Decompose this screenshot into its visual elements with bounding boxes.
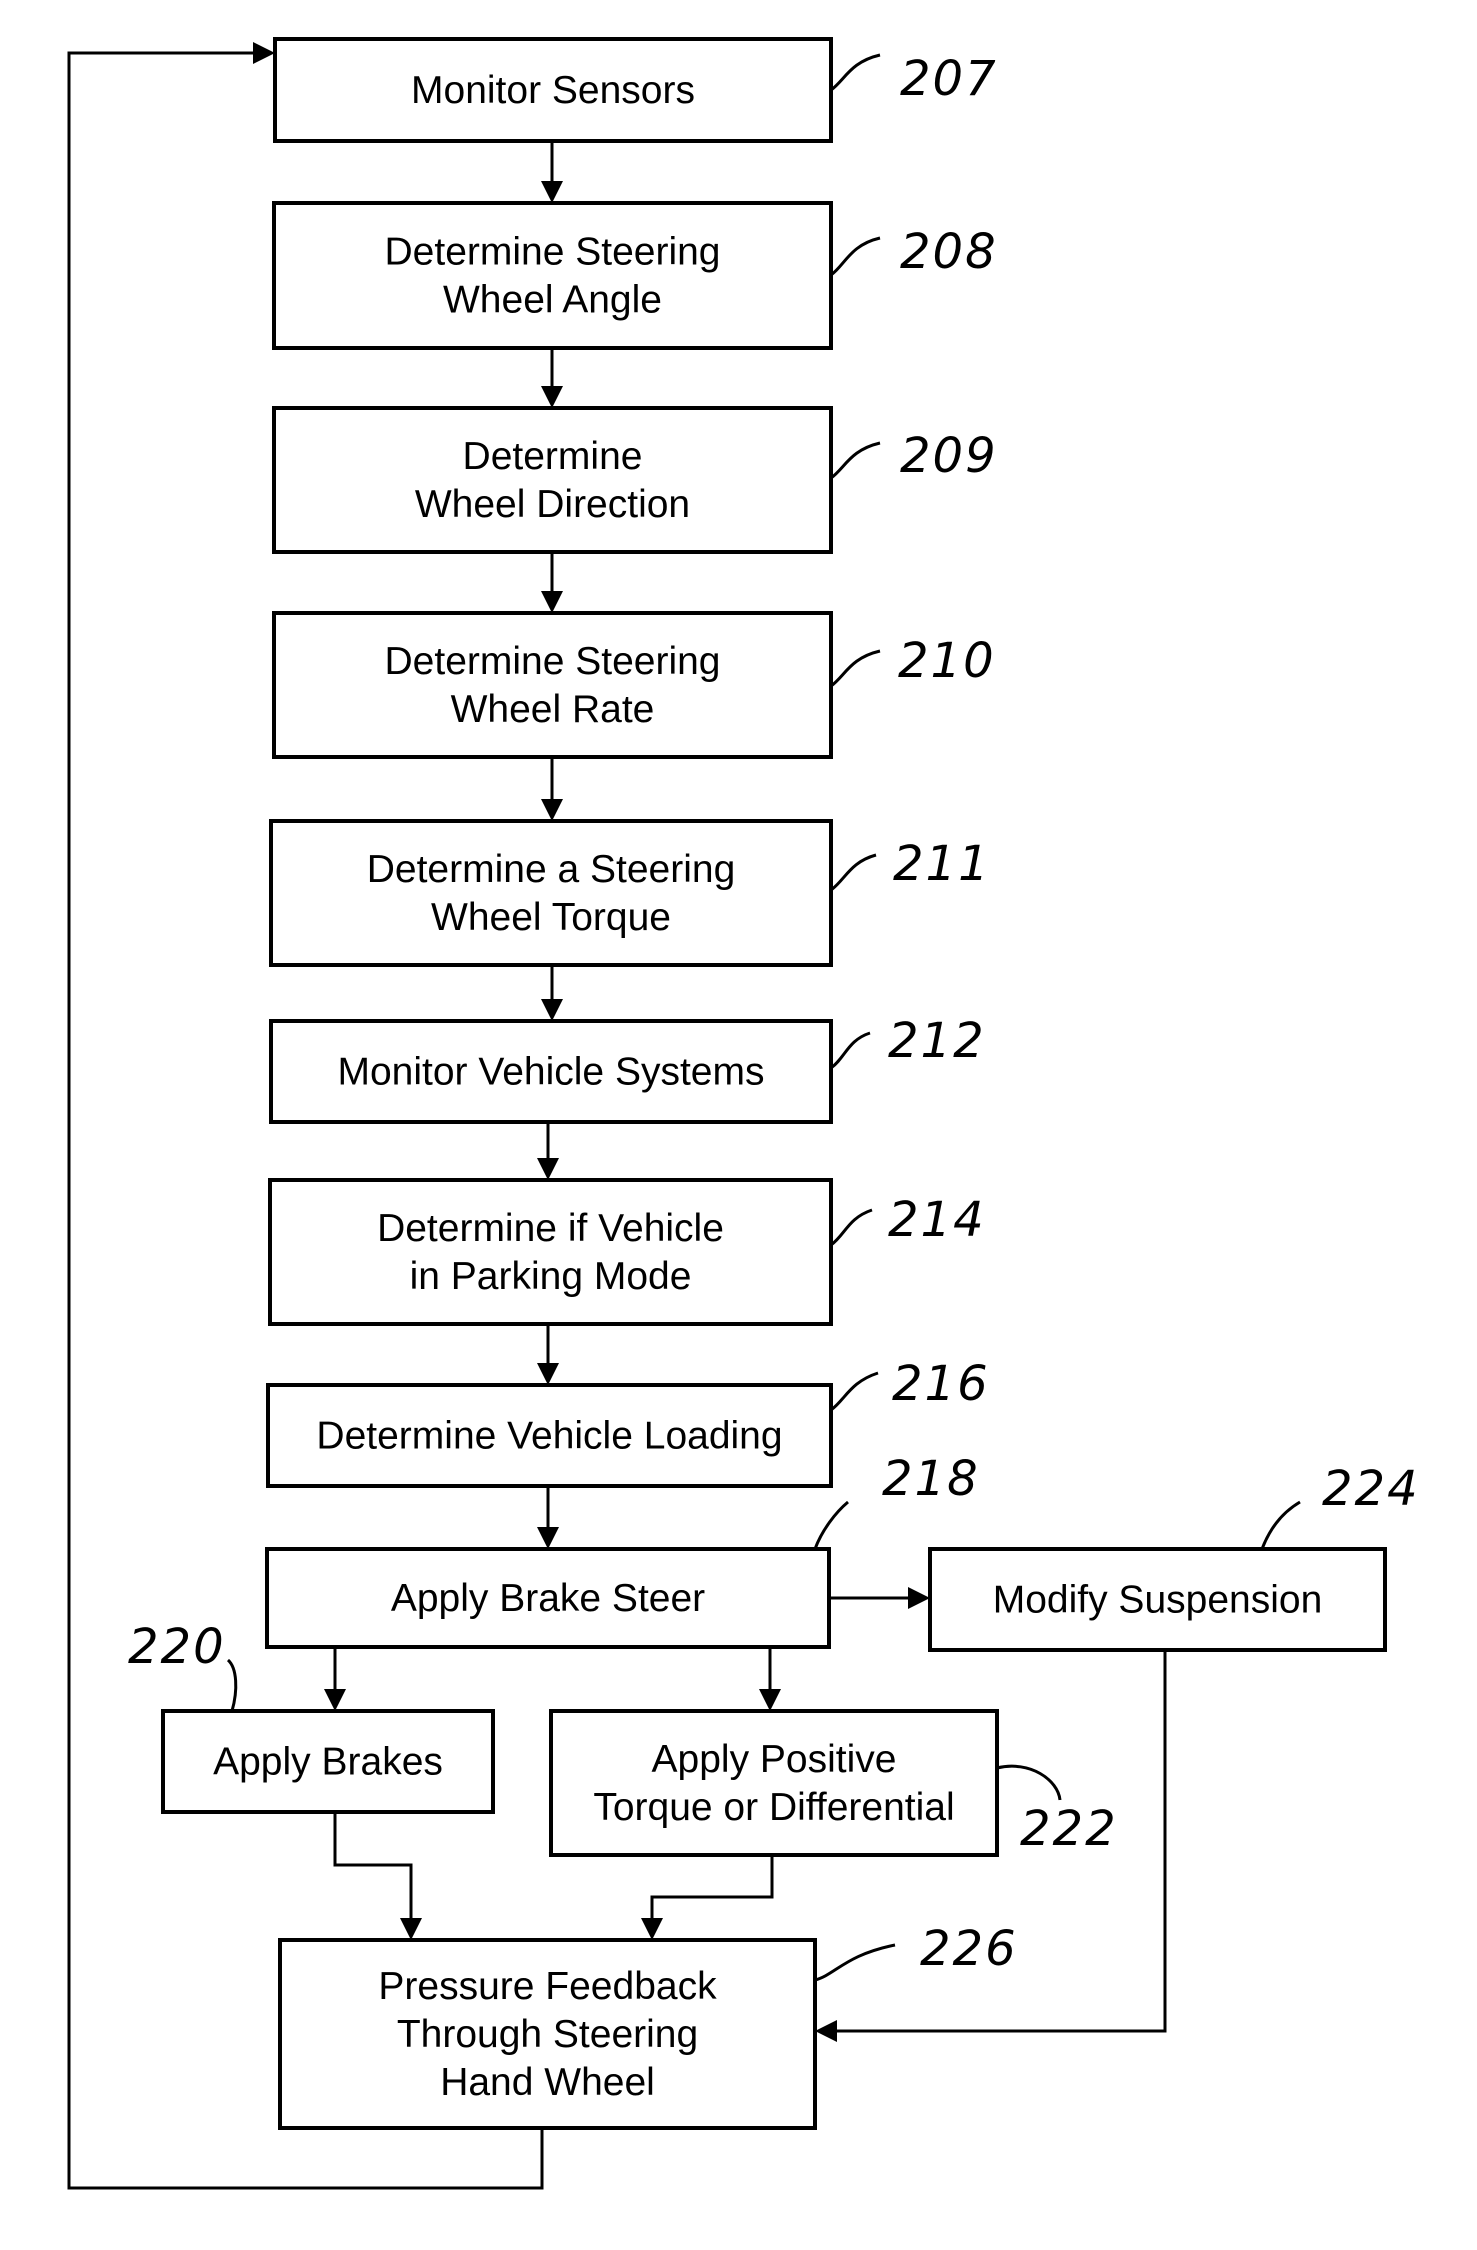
step-box[interactable] <box>272 611 833 759</box>
arrowhead-icon <box>253 42 275 64</box>
reference-numeral-208: 208 <box>900 224 998 280</box>
step-box[interactable] <box>549 1709 999 1857</box>
step-label-line: Determine <box>463 435 643 478</box>
arrowhead-icon <box>641 1918 663 1940</box>
reference-numeral-216: 216 <box>892 1356 990 1412</box>
flow-step-222[interactable]: Apply Positive Torque or Differential <box>549 1709 999 1857</box>
flow-step-220[interactable]: Apply Brakes <box>161 1709 495 1814</box>
flowchart-canvas: Monitor Sensors Determine Steering Wheel A… <box>67 37 1420 2190</box>
reference-numeral-209: 209 <box>900 428 998 484</box>
arrowhead-icon <box>400 1918 422 1940</box>
step-label-line: Determine Steering <box>385 640 721 683</box>
arrowhead-icon <box>541 386 563 408</box>
leader-line-214 <box>830 1208 873 1247</box>
step-label-line: Wheel Rate <box>451 688 655 731</box>
step-label-line: Monitor Vehicle Systems <box>337 1051 764 1094</box>
step-label-line: Wheel Direction <box>415 483 690 526</box>
arrowhead-icon <box>541 999 563 1021</box>
step-label-line: Apply Positive <box>652 1738 897 1781</box>
flow-step-224[interactable]: Modify Suspension <box>928 1547 1387 1652</box>
leader-line-209 <box>830 441 881 480</box>
flow-step-216[interactable]: Determine Vehicle Loading <box>266 1383 833 1488</box>
step-label-line: Apply Brake Steer <box>391 1577 705 1620</box>
step-label-line: Determine Vehicle Loading <box>316 1415 782 1458</box>
leader-line-211 <box>830 853 877 892</box>
reference-numeral-214: 214 <box>888 1192 986 1248</box>
step-label-line: Hand Wheel <box>440 2061 655 2104</box>
leader-line-207 <box>830 53 881 92</box>
flow-step-209[interactable]: Determine Wheel Direction <box>272 406 833 554</box>
step-label-line: Determine a Steering <box>367 848 736 891</box>
step-box[interactable] <box>272 406 833 554</box>
leader-line-220 <box>226 1658 238 1712</box>
step-label-line: Apply Brakes <box>213 1741 443 1784</box>
step-label-line: Determine Steering <box>385 231 721 274</box>
flow-step-214[interactable]: Determine if Vehicle in Parking Mode <box>268 1178 833 1326</box>
arrowhead-icon <box>541 181 563 203</box>
step-label-line: Determine if Vehicle <box>377 1207 724 1250</box>
step-label-line: Through Steering <box>397 2013 698 2056</box>
leader-line-224 <box>1260 1500 1301 1550</box>
leader-line-210 <box>830 649 881 688</box>
leader-line-216 <box>830 1371 879 1412</box>
step-box[interactable] <box>268 1178 833 1326</box>
flow-step-218[interactable]: Apply Brake Steer <box>265 1547 831 1649</box>
step-label-line: Wheel Torque <box>431 896 671 939</box>
step-label-line: Torque or Differential <box>593 1786 954 1829</box>
arrow-222-to-226 <box>650 1855 774 1922</box>
flow-step-208[interactable]: Determine Steering Wheel Angle <box>272 201 833 350</box>
arrow-220-to-226 <box>333 1812 413 1922</box>
leader-line-222 <box>996 1764 1062 1801</box>
step-box[interactable] <box>269 819 833 967</box>
leader-line-218 <box>813 1500 849 1550</box>
reference-numeral-207: 207 <box>900 51 998 107</box>
arrowhead-icon <box>541 591 563 613</box>
arrowhead-icon <box>324 1689 346 1711</box>
step-label-line: Wheel Angle <box>443 279 662 322</box>
arrowhead-icon <box>537 1527 559 1549</box>
arrowhead-icon <box>541 799 563 821</box>
reference-numeral-218: 218 <box>882 1451 980 1507</box>
leader-line-212 <box>830 1031 871 1070</box>
arrowhead-icon <box>815 2020 837 2042</box>
step-label-line: in Parking Mode <box>410 1255 692 1298</box>
reference-numeral-220: 220 <box>128 1619 226 1675</box>
leader-line-226 <box>814 1943 896 1982</box>
arrowhead-icon <box>908 1587 930 1609</box>
arrowhead-icon <box>759 1689 781 1711</box>
boxes: Monitor Sensors Determine Steering Wheel A… <box>161 37 1387 2130</box>
step-label-line: Monitor Sensors <box>411 69 695 112</box>
reference-numeral-224: 224 <box>1322 1461 1420 1517</box>
flow-step-211[interactable]: Determine a Steering Wheel Torque <box>269 819 833 967</box>
flow-step-212[interactable]: Monitor Vehicle Systems <box>269 1019 833 1124</box>
step-box[interactable] <box>272 201 833 350</box>
flow-step-226[interactable]: Pressure Feedback Through Steering Hand Wh… <box>278 1938 817 2130</box>
arrowhead-icon <box>537 1363 559 1385</box>
flow-step-210[interactable]: Determine Steering Wheel Rate <box>272 611 833 759</box>
leader-line-208 <box>830 236 881 277</box>
reference-numeral-211: 211 <box>893 836 991 892</box>
flow-step-207[interactable]: Monitor Sensors <box>273 37 833 143</box>
reference-numeral-210: 210 <box>898 633 996 689</box>
step-label-line: Modify Suspension <box>993 1579 1323 1622</box>
step-label-line: Pressure Feedback <box>378 1965 717 2008</box>
arrowhead-icon <box>537 1158 559 1180</box>
reference-numeral-226: 226 <box>920 1921 1018 1977</box>
reference-numeral-222: 222 <box>1020 1801 1118 1857</box>
reference-numeral-212: 212 <box>888 1013 986 1069</box>
